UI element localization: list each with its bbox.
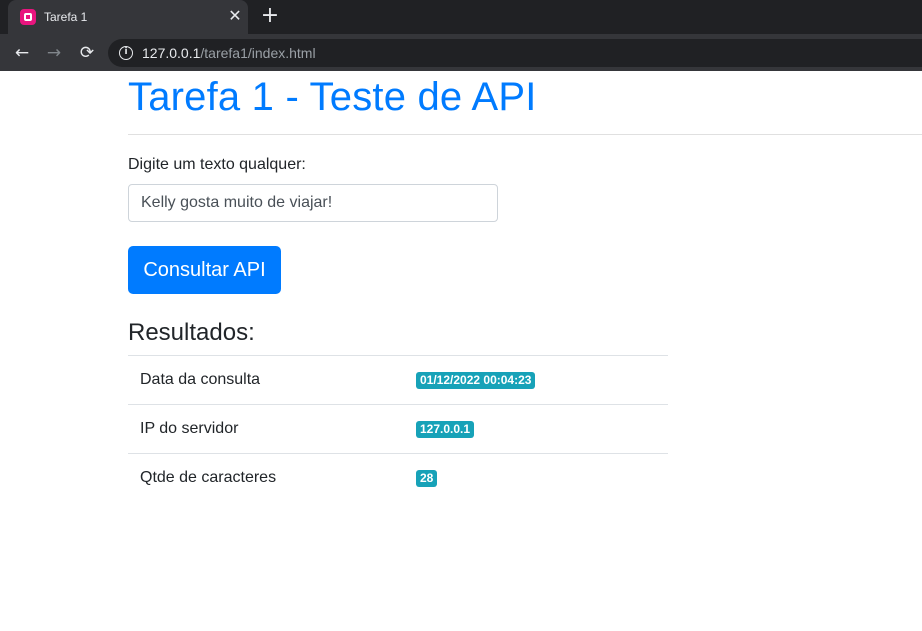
url-host: 127.0.0.1 xyxy=(142,45,201,61)
page-title: Tarefa 1 - Teste de API xyxy=(128,75,537,119)
result-value-cell: 127.0.0.1 xyxy=(416,404,668,454)
address-bar[interactable]: i 127.0.0.1/tarefa1/index.html xyxy=(108,39,922,67)
table-row: IP do servidor 127.0.0.1 xyxy=(128,404,668,454)
table-row: Data da consulta 01/12/2022 00:04:23 xyxy=(128,355,668,405)
status-badge: 127.0.0.1 xyxy=(416,421,475,438)
page-content: Tarefa 1 - Teste de API Digite um texto … xyxy=(0,71,922,631)
url-text[interactable]: 127.0.0.1/tarefa1/index.html xyxy=(142,45,316,61)
text-input[interactable] xyxy=(128,184,498,222)
results-table: Data da consulta 01/12/2022 00:04:23 IP … xyxy=(128,355,668,503)
tab-title: Tarefa 1 xyxy=(44,10,88,24)
plus-icon[interactable]: + xyxy=(260,5,280,27)
text-input-label: Digite um texto qualquer: xyxy=(128,156,306,173)
browser-tab-bar: Tarefa 1 ✕ + xyxy=(0,0,922,34)
browser-toolbar: ← → ⟳ i 127.0.0.1/tarefa1/index.html xyxy=(0,34,922,71)
divider xyxy=(128,134,922,135)
status-badge: 28 xyxy=(416,470,438,488)
info-icon[interactable]: i xyxy=(119,46,133,60)
back-arrow-icon[interactable]: ← xyxy=(11,42,33,64)
table-row: Qtde de caracteres 28 xyxy=(128,453,668,503)
close-icon[interactable]: ✕ xyxy=(226,7,244,25)
results-heading: Resultados: xyxy=(128,319,255,346)
url-path: /tarefa1/index.html xyxy=(200,45,316,61)
result-label: IP do servidor xyxy=(128,404,416,454)
forward-arrow-icon[interactable]: → xyxy=(43,42,65,64)
result-value-cell: 01/12/2022 00:04:23 xyxy=(416,355,668,405)
result-label: Qtde de caracteres xyxy=(128,453,416,503)
app-favicon-icon xyxy=(20,9,36,25)
reload-icon[interactable]: ⟳ xyxy=(76,42,98,64)
result-label: Data da consulta xyxy=(128,355,416,405)
status-badge: 01/12/2022 00:04:23 xyxy=(416,372,536,389)
consultar-api-button[interactable]: Consultar API xyxy=(128,246,281,294)
result-value-cell: 28 xyxy=(416,453,668,503)
browser-tab[interactable]: Tarefa 1 ✕ xyxy=(8,0,248,34)
